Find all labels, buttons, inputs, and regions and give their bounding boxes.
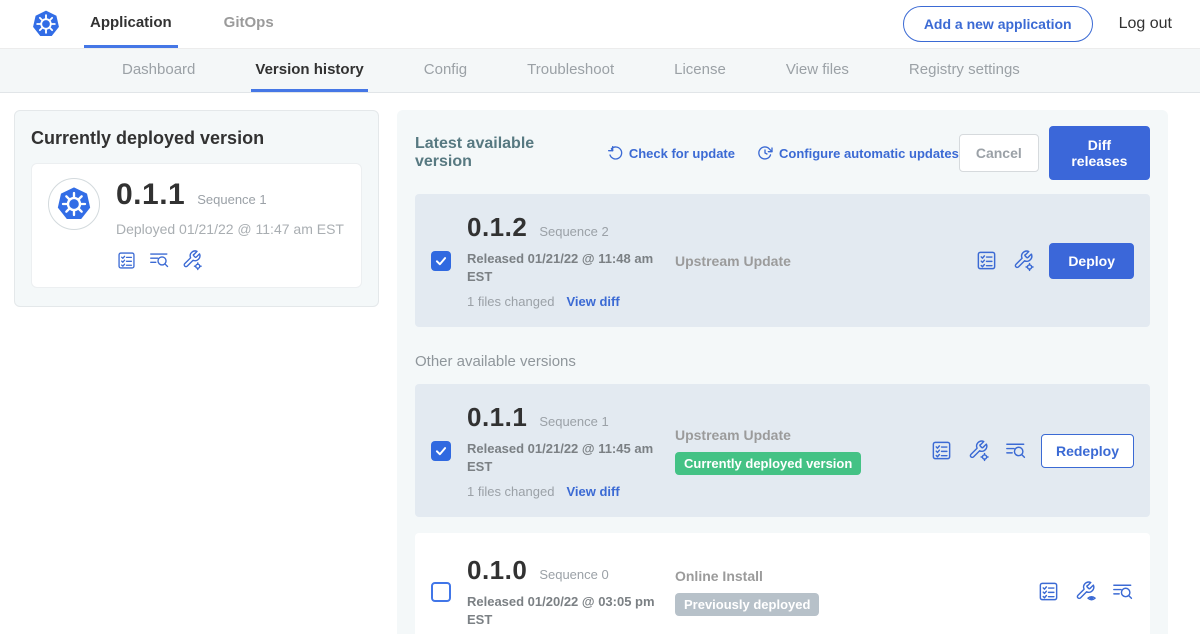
version-checkbox-checked[interactable] <box>431 251 451 271</box>
currently-deployed-title: Currently deployed version <box>31 128 362 149</box>
version-source-label: Upstream Update <box>675 253 930 269</box>
version-row-0-1-0: 0.1.0 Sequence 0 Released 01/20/22 @ 03:… <box>415 533 1150 634</box>
subnav-item-registry-settings[interactable]: Registry settings <box>905 49 1024 92</box>
logout-link[interactable]: Log out <box>1119 15 1172 33</box>
files-changed-label: 1 files changed <box>467 294 554 309</box>
currently-deployed-card: Currently deployed version 0.1.1 Sequenc… <box>14 110 379 307</box>
deployed-sequence-label: Sequence 1 <box>197 192 266 207</box>
diff-releases-button[interactable]: Diff releases <box>1049 126 1150 180</box>
configure-automatic-updates-link[interactable]: Configure automatic updates <box>757 145 959 161</box>
subnav-item-version-history[interactable]: Version history <box>251 49 367 92</box>
version-source-label: Upstream Update <box>675 427 930 443</box>
sequence-label: Sequence 0 <box>539 567 608 582</box>
previously-deployed-badge: Previously deployed <box>675 593 819 616</box>
released-timestamp: Released 01/20/22 @ 03:05 pm EST <box>467 593 655 628</box>
preflight-checklist-icon[interactable] <box>975 249 998 272</box>
tab-gitops[interactable]: GitOps <box>218 0 280 48</box>
tab-gitops-label: GitOps <box>224 14 274 31</box>
tab-application[interactable]: Application <box>84 0 178 48</box>
check-for-update-link[interactable]: Check for update <box>607 145 735 161</box>
version-history-panel: Latest available version Check for updat… <box>397 110 1168 634</box>
lines-magnifier-icon[interactable] <box>1004 439 1027 462</box>
wrench-gear-icon[interactable] <box>967 439 990 462</box>
app-logo[interactable] <box>0 0 84 48</box>
view-diff-link[interactable]: View diff <box>566 294 619 309</box>
released-timestamp: Released 01/21/22 @ 11:45 am EST <box>467 440 655 475</box>
check-for-update-label: Check for update <box>629 146 735 161</box>
wrench-gear-icon[interactable] <box>181 249 203 271</box>
subnav-item-troubleshoot[interactable]: Troubleshoot <box>523 49 618 92</box>
deploy-button[interactable]: Deploy <box>1049 243 1134 279</box>
wrench-gear-icon[interactable] <box>1012 249 1035 272</box>
configure-automatic-updates-label: Configure automatic updates <box>779 146 959 161</box>
version-checkbox-unchecked[interactable] <box>431 582 451 602</box>
refresh-icon <box>607 145 623 161</box>
preflight-checklist-icon[interactable] <box>1037 580 1060 603</box>
wrench-eye-icon[interactable] <box>1074 580 1097 603</box>
kubernetes-logo-icon <box>54 184 94 224</box>
deployed-timestamp: Deployed 01/21/22 @ 11:47 am EST <box>116 221 344 237</box>
released-timestamp: Released 01/21/22 @ 11:48 am EST <box>467 250 655 285</box>
sequence-label: Sequence 1 <box>539 414 608 429</box>
kubernetes-logo-icon <box>30 8 62 40</box>
files-changed-label: 1 files changed <box>467 484 554 499</box>
lines-magnifier-icon[interactable] <box>148 249 170 271</box>
latest-available-title: Latest available version <box>415 135 585 171</box>
add-new-application-button[interactable]: Add a new application <box>903 6 1093 42</box>
checkmark-icon <box>434 444 448 458</box>
preflight-checklist-icon[interactable] <box>116 250 137 271</box>
version-number: 0.1.0 <box>467 555 527 586</box>
deployed-version-number: 0.1.1 <box>116 178 185 212</box>
app-subnav: Dashboard Version history Config Trouble… <box>0 49 1200 93</box>
top-navbar: Application GitOps Add a new application… <box>0 0 1200 49</box>
subnav-item-view-files[interactable]: View files <box>782 49 853 92</box>
sequence-label: Sequence 2 <box>539 224 608 239</box>
version-row-0-1-1: 0.1.1 Sequence 1 Released 01/21/22 @ 11:… <box>415 384 1150 517</box>
subnav-item-license[interactable]: License <box>670 49 730 92</box>
checkmark-icon <box>434 254 448 268</box>
version-number: 0.1.2 <box>467 212 527 243</box>
redeploy-button[interactable]: Redeploy <box>1041 434 1134 468</box>
other-available-versions-title: Other available versions <box>415 353 1150 370</box>
preflight-checklist-icon[interactable] <box>930 439 953 462</box>
lines-magnifier-icon[interactable] <box>1111 580 1134 603</box>
version-checkbox-checked[interactable] <box>431 441 451 461</box>
subnav-item-dashboard[interactable]: Dashboard <box>118 49 199 92</box>
app-icon-badge <box>48 178 100 230</box>
version-number: 0.1.1 <box>467 402 527 433</box>
deployed-version-card: 0.1.1 Sequence 1 Deployed 01/21/22 @ 11:… <box>31 163 362 288</box>
clock-refresh-icon <box>757 145 773 161</box>
version-row-0-1-2: 0.1.2 Sequence 2 Released 01/21/22 @ 11:… <box>415 194 1150 327</box>
cancel-button[interactable]: Cancel <box>959 134 1039 172</box>
tab-application-label: Application <box>90 14 172 31</box>
subnav-item-config[interactable]: Config <box>420 49 471 92</box>
currently-deployed-badge: Currently deployed version <box>675 452 861 475</box>
main-content: Currently deployed version 0.1.1 Sequenc… <box>0 93 1200 634</box>
view-diff-link[interactable]: View diff <box>566 484 619 499</box>
version-source-label: Online Install <box>675 568 930 584</box>
latest-version-header: Latest available version Check for updat… <box>415 126 1150 180</box>
